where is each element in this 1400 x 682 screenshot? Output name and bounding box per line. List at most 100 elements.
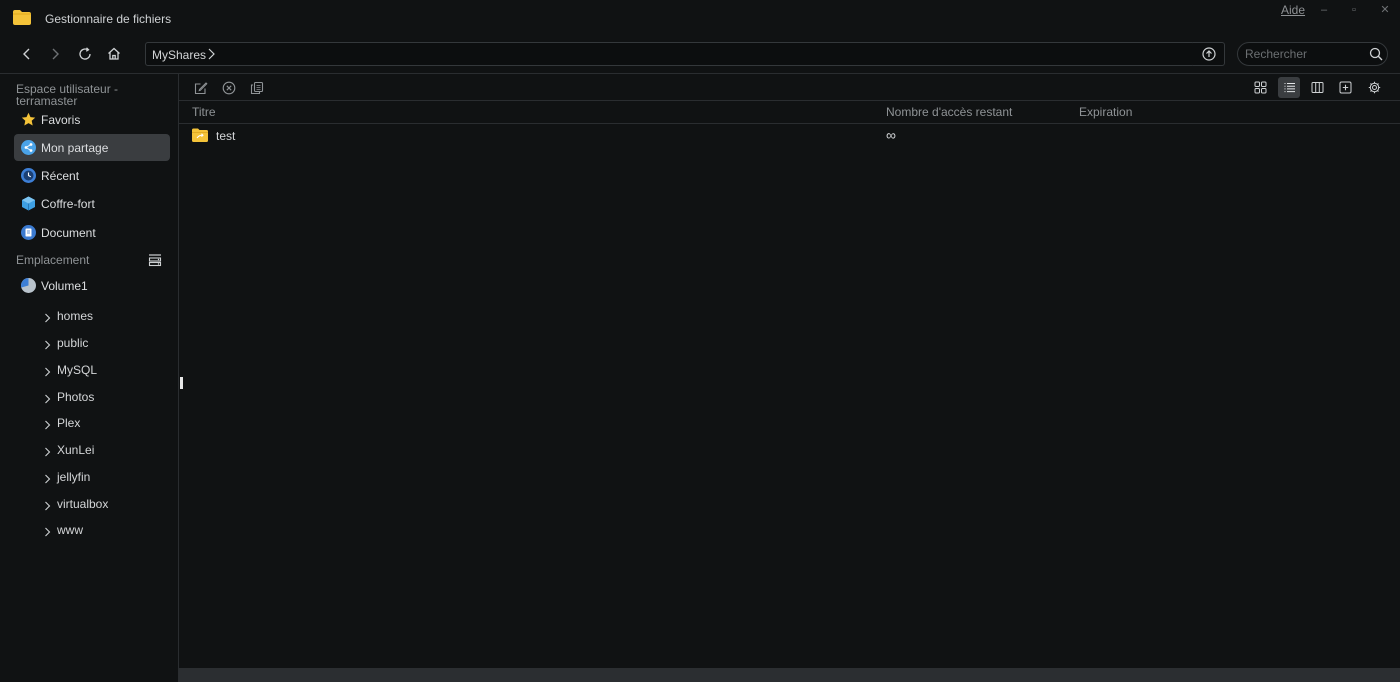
toolbar-divider [179,100,1400,101]
tree-item-public[interactable]: public [40,334,170,354]
share-icon [21,140,36,155]
search-box[interactable] [1237,42,1388,66]
column-header-title[interactable]: Titre [192,105,216,119]
grid-icon [1254,81,1266,94]
app-title: Gestionnaire de fichiers [45,12,172,26]
tree-item-xunlei[interactable]: XunLei [40,441,170,461]
tree-item-www[interactable]: www [40,521,170,541]
column-header-expiration[interactable]: Expiration [1079,105,1132,119]
search-input[interactable] [1245,46,1365,62]
navigation-bar: MyShares [0,36,1400,72]
sidebar-item-label: Document [41,226,96,240]
tree-item-photos[interactable]: Photos [40,388,170,408]
upload-button[interactable] [1193,42,1225,66]
minimize-icon[interactable]: – [1316,2,1332,18]
tree-item-label: public [57,336,89,350]
tree-item-label: Plex [57,416,81,430]
sidebar-item-label: Mon partage [41,141,109,155]
maximize-icon[interactable]: ▫ [1346,2,1362,18]
arrow-up-circle-icon [1201,47,1216,61]
user-space-heading: Espace utilisateur - terramaster [16,82,119,108]
star-icon [21,112,36,126]
sidebar-item-mon-partage[interactable]: Mon partage [14,134,170,161]
panel-resize-handle[interactable] [180,377,183,389]
forward-button[interactable] [45,44,65,64]
chevron-right-icon [45,420,51,430]
tree-item-label: XunLei [57,443,95,457]
chevron-right-icon [45,474,51,484]
row-title: test [216,129,236,143]
tree-item-jellyfin[interactable]: jellyfin [40,468,170,488]
chevron-right-icon [45,447,51,457]
clock-icon [21,168,36,183]
sidebar-item-label: Récent [41,169,80,183]
edit-icon [194,82,208,95]
refresh-icon [79,47,91,60]
add-box-icon [1339,81,1351,94]
chevron-right-icon [45,527,51,537]
settings-button[interactable] [1363,77,1385,98]
grid-view-button[interactable] [1249,77,1271,98]
shared-folder-icon [192,128,208,142]
safe-icon [22,196,35,211]
main-panel: Titre Nombre d'accès restant Expiration … [179,74,1400,682]
tree-item-label: jellyfin [57,470,91,484]
sidebar-item-label: Favoris [41,113,81,127]
sidebar-item-favoris[interactable]: Favoris [14,106,170,133]
back-button[interactable] [17,44,37,64]
document-icon [21,225,36,240]
tree-item-label: MySQL [57,363,98,377]
horizontal-scrollbar[interactable] [179,668,1400,682]
sidebar-item-coffre-fort[interactable]: Coffre-fort [14,190,170,217]
breadcrumb-myshares[interactable]: MyShares [152,48,206,62]
sidebar: Espace utilisateur - terramaster Favoris… [0,74,179,682]
chevron-right-icon [45,340,51,350]
search-icon[interactable] [1369,47,1383,61]
title-bar: Gestionnaire de fichiers Aide – ▫ ✕ [0,0,1400,36]
breadcrumb-chevron-icon [208,48,215,60]
sidebar-item-document[interactable]: Document [14,219,170,246]
help-link[interactable]: Aide [1281,3,1305,17]
list-view-button[interactable] [1278,77,1300,98]
close-icon[interactable]: ✕ [1377,2,1393,18]
tree-item-label: virtualbox [57,497,109,511]
chevron-right-icon [45,501,51,511]
sidebar-item-label: Coffre-fort [41,197,95,211]
tree-item-plex[interactable]: Plex [40,414,170,434]
row-remaining-access: ∞ [886,127,896,143]
volume-pie-icon [21,278,36,293]
table-row[interactable]: test ∞ [179,124,1400,146]
new-share-button[interactable] [1334,77,1356,98]
close-circle-icon [222,81,236,95]
tree-item-label: homes [57,309,94,323]
storage-manager-icon[interactable] [148,253,162,267]
tree-item-virtualbox[interactable]: virtualbox [40,495,170,515]
home-icon [108,47,120,60]
refresh-button[interactable] [75,44,95,64]
sidebar-item-label: Volume1 [41,279,88,293]
tree-item-label: Photos [57,390,95,404]
edit-button[interactable] [192,79,210,97]
tree-item-homes[interactable]: homes [40,307,170,327]
sidebar-item-recent[interactable]: Récent [14,162,170,189]
chevron-right-icon [45,313,51,323]
folder-app-icon [13,10,31,25]
copy-link-button[interactable] [248,79,266,97]
home-button[interactable] [104,44,124,64]
copy-icon [250,81,264,95]
tree-item-mysql[interactable]: MySQL [40,361,170,381]
chevron-right-icon [45,394,51,404]
path-bar[interactable]: MyShares [145,42,1195,66]
gear-icon [1368,81,1380,94]
columns-icon [1311,82,1323,93]
chevron-right-icon [45,367,51,377]
location-heading: Emplacement [16,253,90,267]
sidebar-item-volume1[interactable]: Volume1 [14,272,170,299]
chevron-right-icon [52,48,59,60]
cancel-share-button[interactable] [220,79,238,97]
tree-item-label: www [57,523,83,537]
chevron-left-icon [23,48,30,60]
column-view-button[interactable] [1306,77,1328,98]
list-icon [1284,83,1295,93]
column-header-remaining-access[interactable]: Nombre d'accès restant [886,105,1012,119]
